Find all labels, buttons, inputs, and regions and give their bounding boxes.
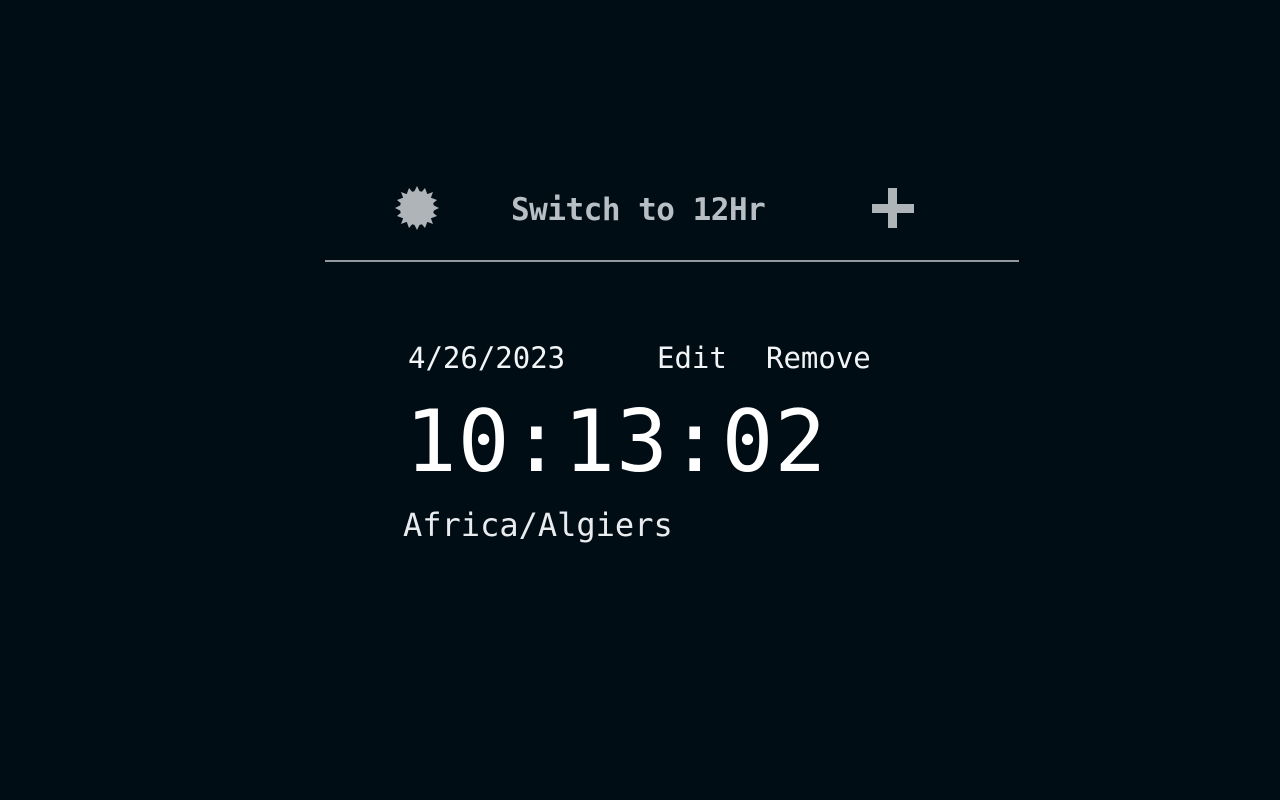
remove-button[interactable]: Remove xyxy=(766,338,871,378)
plus-icon xyxy=(868,188,918,236)
app-root: Switch to 12Hr 4/26/2023 Edit Remove 10:… xyxy=(0,0,1280,800)
clock-time: 10:13:02 xyxy=(405,392,828,492)
sun-icon xyxy=(393,184,441,236)
switch-12hr-button[interactable]: Switch to 12Hr xyxy=(511,190,766,230)
add-clock-button[interactable] xyxy=(868,186,918,232)
toolbar: Switch to 12Hr xyxy=(325,178,1019,240)
theme-toggle-button[interactable] xyxy=(393,186,441,234)
clock-timezone: Africa/Algiers xyxy=(403,506,673,544)
clock-date: 4/26/2023 xyxy=(408,341,566,375)
clock-card: 4/26/2023 Edit Remove 10:13:02 Africa/Al… xyxy=(403,338,923,548)
edit-button[interactable]: Edit xyxy=(657,338,727,378)
toolbar-divider xyxy=(325,260,1019,262)
